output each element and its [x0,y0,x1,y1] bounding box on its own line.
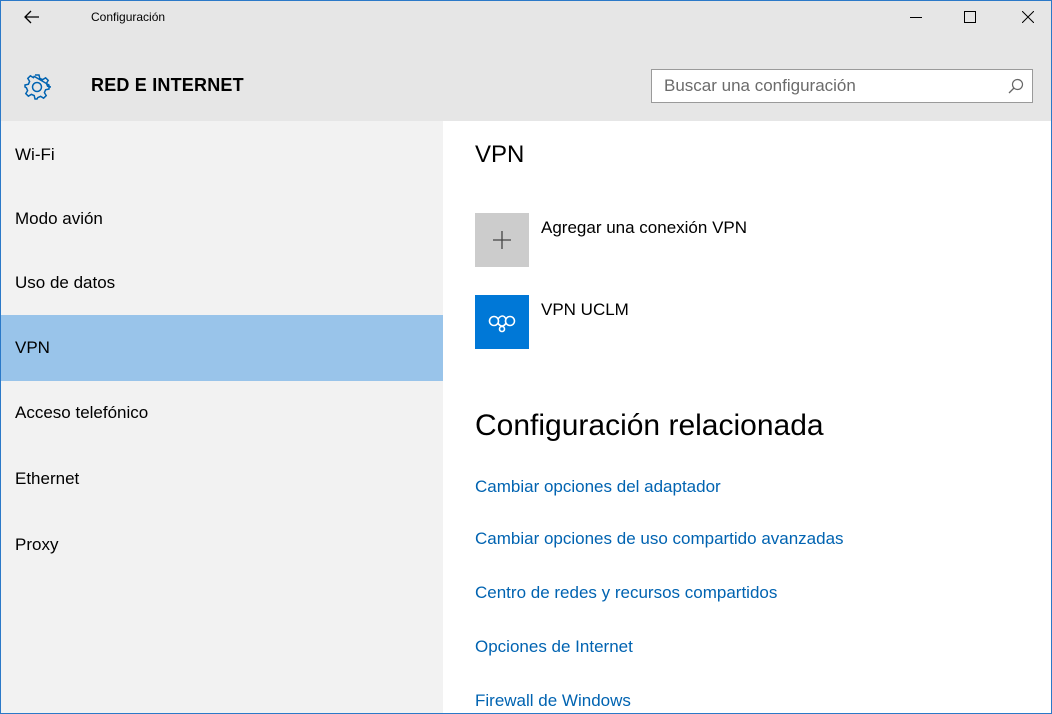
search-box[interactable] [651,69,1033,103]
window-title: Configuración [91,10,166,24]
related-settings-heading: Configuración relacionada [475,409,824,442]
add-vpn-tile [475,213,529,267]
sidebar-item-airplane-mode[interactable]: Modo avión [1,187,443,251]
maximize-icon [964,11,976,23]
sidebar-item-ethernet[interactable]: Ethernet [1,447,443,511]
link-internet-options[interactable]: Opciones de Internet [475,637,633,657]
add-vpn-connection-button[interactable]: Agregar una conexión VPN [475,213,895,267]
main-content: VPN Agregar una conexión VPN VPN UCLM Co… [443,121,1051,713]
vpn-heading: VPN [475,141,525,168]
title-bar: Configuración [1,1,1051,33]
add-vpn-label: Agregar una conexión VPN [541,218,748,237]
sidebar-item-proxy[interactable]: Proxy [1,513,443,577]
back-arrow-icon [24,10,39,24]
link-adapter-options[interactable]: Cambiar opciones del adaptador [475,477,721,497]
sidebar-item-wifi[interactable]: Wi-Fi [1,123,443,187]
close-button[interactable] [1005,1,1051,33]
search-input[interactable] [652,70,992,102]
vpn-connection-label: VPN UCLM [541,300,629,319]
page-section-title: RED E INTERNET [91,75,244,95]
vpn-connection-tile [475,295,529,349]
settings-header: RED E INTERNET [1,33,1051,121]
link-network-sharing-center[interactable]: Centro de redes y recursos compartidos [475,583,777,603]
search-icon[interactable] [1008,78,1024,94]
settings-window: Configuración RED E INTERNET Buscar una … [0,0,1052,714]
minimize-button[interactable] [893,1,939,33]
sidebar-item-vpn[interactable]: VPN [1,315,443,381]
link-windows-firewall[interactable]: Firewall de Windows [475,691,631,711]
vpn-connection-icon [488,315,516,333]
back-button[interactable] [17,5,47,29]
plus-icon [493,231,511,249]
sidebar-item-data-usage[interactable]: Uso de datos [1,251,443,315]
maximize-button[interactable] [947,1,993,33]
vpn-connection-item[interactable]: VPN UCLM [475,295,895,349]
sidebar-item-dial-up[interactable]: Acceso telefónico [1,381,443,445]
sidebar-nav: Wi-Fi Modo avión Uso de datos VPN Acceso… [1,121,443,713]
close-icon [1022,11,1034,23]
link-advanced-sharing[interactable]: Cambiar opciones de uso compartido avanz… [475,529,844,549]
gear-icon [24,74,51,100]
minimize-icon [910,17,922,18]
